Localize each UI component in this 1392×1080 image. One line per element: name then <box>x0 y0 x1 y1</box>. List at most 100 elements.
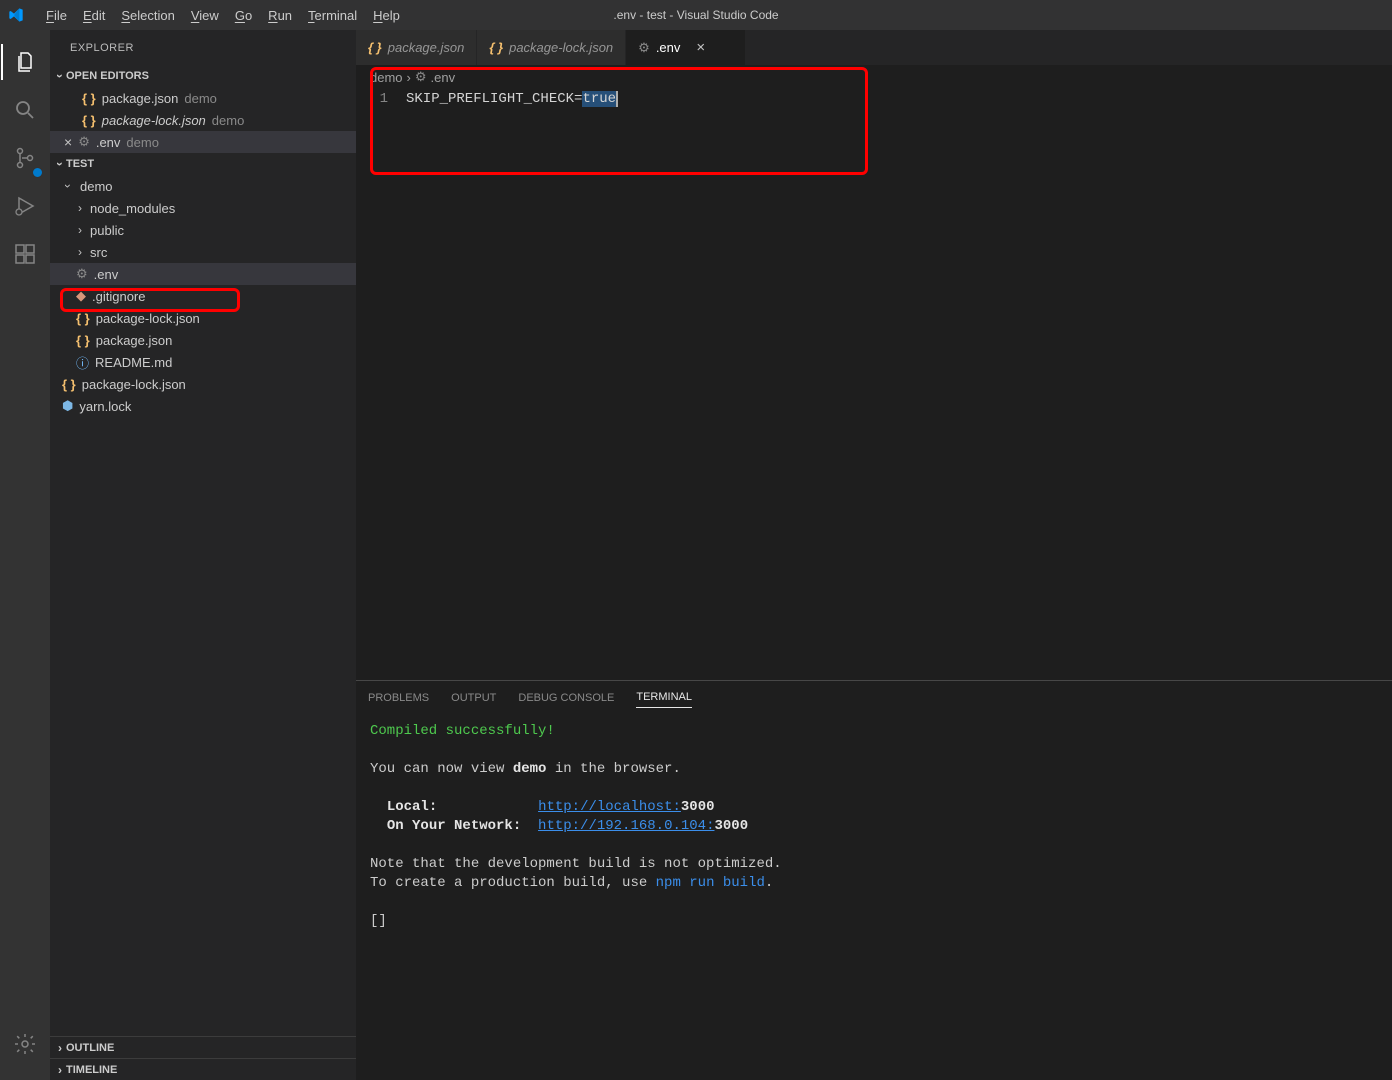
gear-icon: ⚙ <box>78 134 90 150</box>
folder-item[interactable]: › node_modules <box>50 197 356 219</box>
extensions-icon <box>13 242 37 266</box>
activity-scm[interactable] <box>1 134 49 182</box>
code-line[interactable]: SKIP_PREFLIGHT_CHECK=true <box>406 89 618 109</box>
file-name: package-lock.json <box>96 311 200 326</box>
open-editors-label: OPEN EDITORS <box>66 70 149 82</box>
activity-explorer[interactable] <box>1 38 49 86</box>
sidebar-title: EXPLORER <box>50 30 356 65</box>
folder-item[interactable]: › src <box>50 241 356 263</box>
file-item[interactable]: ⓘ README.md <box>50 351 356 373</box>
terminal-line: To create a production build, use npm ru… <box>370 874 1378 893</box>
file-item[interactable]: ◆ .gitignore <box>50 285 356 307</box>
menu-go[interactable]: Go <box>227 4 260 27</box>
json-icon: { } <box>368 40 382 55</box>
workspace-header[interactable]: › TEST <box>50 153 356 175</box>
menu-bar: File Edit Selection View Go Run Terminal… <box>38 4 408 27</box>
text-cursor <box>616 91 618 107</box>
folder-item[interactable]: › demo <box>50 175 356 197</box>
chevron-right-icon: › <box>76 201 84 215</box>
json-icon: { } <box>76 333 90 348</box>
open-editor-item[interactable]: × ⚙ .env demo <box>50 131 356 153</box>
file-item[interactable]: { } package-lock.json <box>50 307 356 329</box>
editor-area: { } package.json { } package-lock.json ⚙… <box>356 30 1392 1080</box>
line-gutter: 1 <box>356 89 406 680</box>
scm-badge <box>32 167 43 178</box>
menu-help[interactable]: Help <box>365 4 408 27</box>
breadcrumb-segment[interactable]: demo <box>370 70 403 85</box>
menu-file[interactable]: File <box>38 4 75 27</box>
file-item[interactable]: { } package-lock.json <box>50 373 356 395</box>
editor-tab[interactable]: ⚙ .env × <box>626 30 746 65</box>
sidebar: EXPLORER › OPEN EDITORS { } package.json… <box>50 30 356 1080</box>
panel-tab-debug[interactable]: DEBUG CONSOLE <box>518 688 614 708</box>
file-name: .env <box>94 267 119 282</box>
file-name: .gitignore <box>92 289 145 304</box>
tab-label: package-lock.json <box>509 40 613 55</box>
activity-bar <box>0 30 50 1080</box>
chevron-right-icon: › <box>407 70 411 85</box>
json-icon: { } <box>489 40 503 55</box>
panel-tab-terminal[interactable]: TERMINAL <box>636 687 692 708</box>
open-editor-item[interactable]: { } package-lock.json demo <box>50 109 356 131</box>
close-icon[interactable]: × <box>64 134 72 150</box>
terminal-panel: PROBLEMS OUTPUT DEBUG CONSOLE TERMINAL C… <box>356 680 1392 1080</box>
file-name: package.json <box>102 91 179 106</box>
timeline-header[interactable]: › TIMELINE <box>50 1058 356 1080</box>
file-item[interactable]: { } package.json <box>50 329 356 351</box>
chevron-right-icon: › <box>76 245 84 259</box>
debug-icon <box>13 194 37 218</box>
vscode-logo-icon <box>8 7 24 23</box>
terminal-cursor: [] <box>370 912 1378 931</box>
terminal-output[interactable]: Compiled successfully! You can now view … <box>356 714 1392 939</box>
json-icon: { } <box>76 311 90 326</box>
gitignore-icon: ◆ <box>76 288 86 304</box>
code-selection: true <box>582 91 616 107</box>
gear-icon: ⚙ <box>638 40 650 56</box>
file-item[interactable]: ⚙ .env <box>50 263 356 285</box>
menu-edit[interactable]: Edit <box>75 4 113 27</box>
editor-tab[interactable]: { } package-lock.json <box>477 30 626 65</box>
file-path: demo <box>184 91 217 106</box>
activity-search[interactable] <box>1 86 49 134</box>
menu-selection[interactable]: Selection <box>113 4 182 27</box>
folder-name: node_modules <box>90 201 175 216</box>
activity-debug[interactable] <box>1 182 49 230</box>
editor-tabs: { } package.json { } package-lock.json ⚙… <box>356 30 1392 65</box>
activity-extensions[interactable] <box>1 230 49 278</box>
file-name: package-lock.json <box>102 113 206 128</box>
title-bar: File Edit Selection View Go Run Terminal… <box>0 0 1392 30</box>
open-editor-item[interactable]: { } package.json demo <box>50 87 356 109</box>
breadcrumb[interactable]: demo › ⚙ .env <box>356 65 1392 89</box>
terminal-line: Note that the development build is not o… <box>370 855 1378 874</box>
panel-tab-problems[interactable]: PROBLEMS <box>368 688 429 708</box>
folder-name: src <box>90 245 107 260</box>
menu-run[interactable]: Run <box>260 4 300 27</box>
folder-name: public <box>90 223 124 238</box>
code-text: SKIP_PREFLIGHT_CHECK= <box>406 91 582 107</box>
tab-label: .env <box>656 40 681 55</box>
json-icon: { } <box>62 377 76 392</box>
breadcrumb-segment[interactable]: .env <box>431 70 456 85</box>
info-icon: ⓘ <box>76 353 89 372</box>
outline-header[interactable]: › OUTLINE <box>50 1036 356 1058</box>
menu-terminal[interactable]: Terminal <box>300 4 365 27</box>
file-name: package-lock.json <box>82 377 186 392</box>
code-editor[interactable]: 1 SKIP_PREFLIGHT_CHECK=true <box>356 89 1392 680</box>
file-item[interactable]: ⬢ yarn.lock <box>50 395 356 417</box>
folder-item[interactable]: › public <box>50 219 356 241</box>
file-path: demo <box>212 113 245 128</box>
timeline-label: TIMELINE <box>66 1064 117 1076</box>
chevron-down-icon: › <box>61 184 75 188</box>
gear-icon: ⚙ <box>76 266 88 282</box>
activity-settings[interactable] <box>1 1020 49 1068</box>
panel-tab-output[interactable]: OUTPUT <box>451 688 496 708</box>
tab-label: package.json <box>388 40 465 55</box>
editor-tab[interactable]: { } package.json <box>356 30 477 65</box>
search-icon <box>13 98 37 122</box>
gear-icon: ⚙ <box>415 69 427 85</box>
open-editors-header[interactable]: › OPEN EDITORS <box>50 65 356 87</box>
chevron-down-icon: › <box>53 162 67 166</box>
menu-view[interactable]: View <box>183 4 227 27</box>
file-path: demo <box>126 135 159 150</box>
close-icon[interactable]: × <box>696 39 705 56</box>
